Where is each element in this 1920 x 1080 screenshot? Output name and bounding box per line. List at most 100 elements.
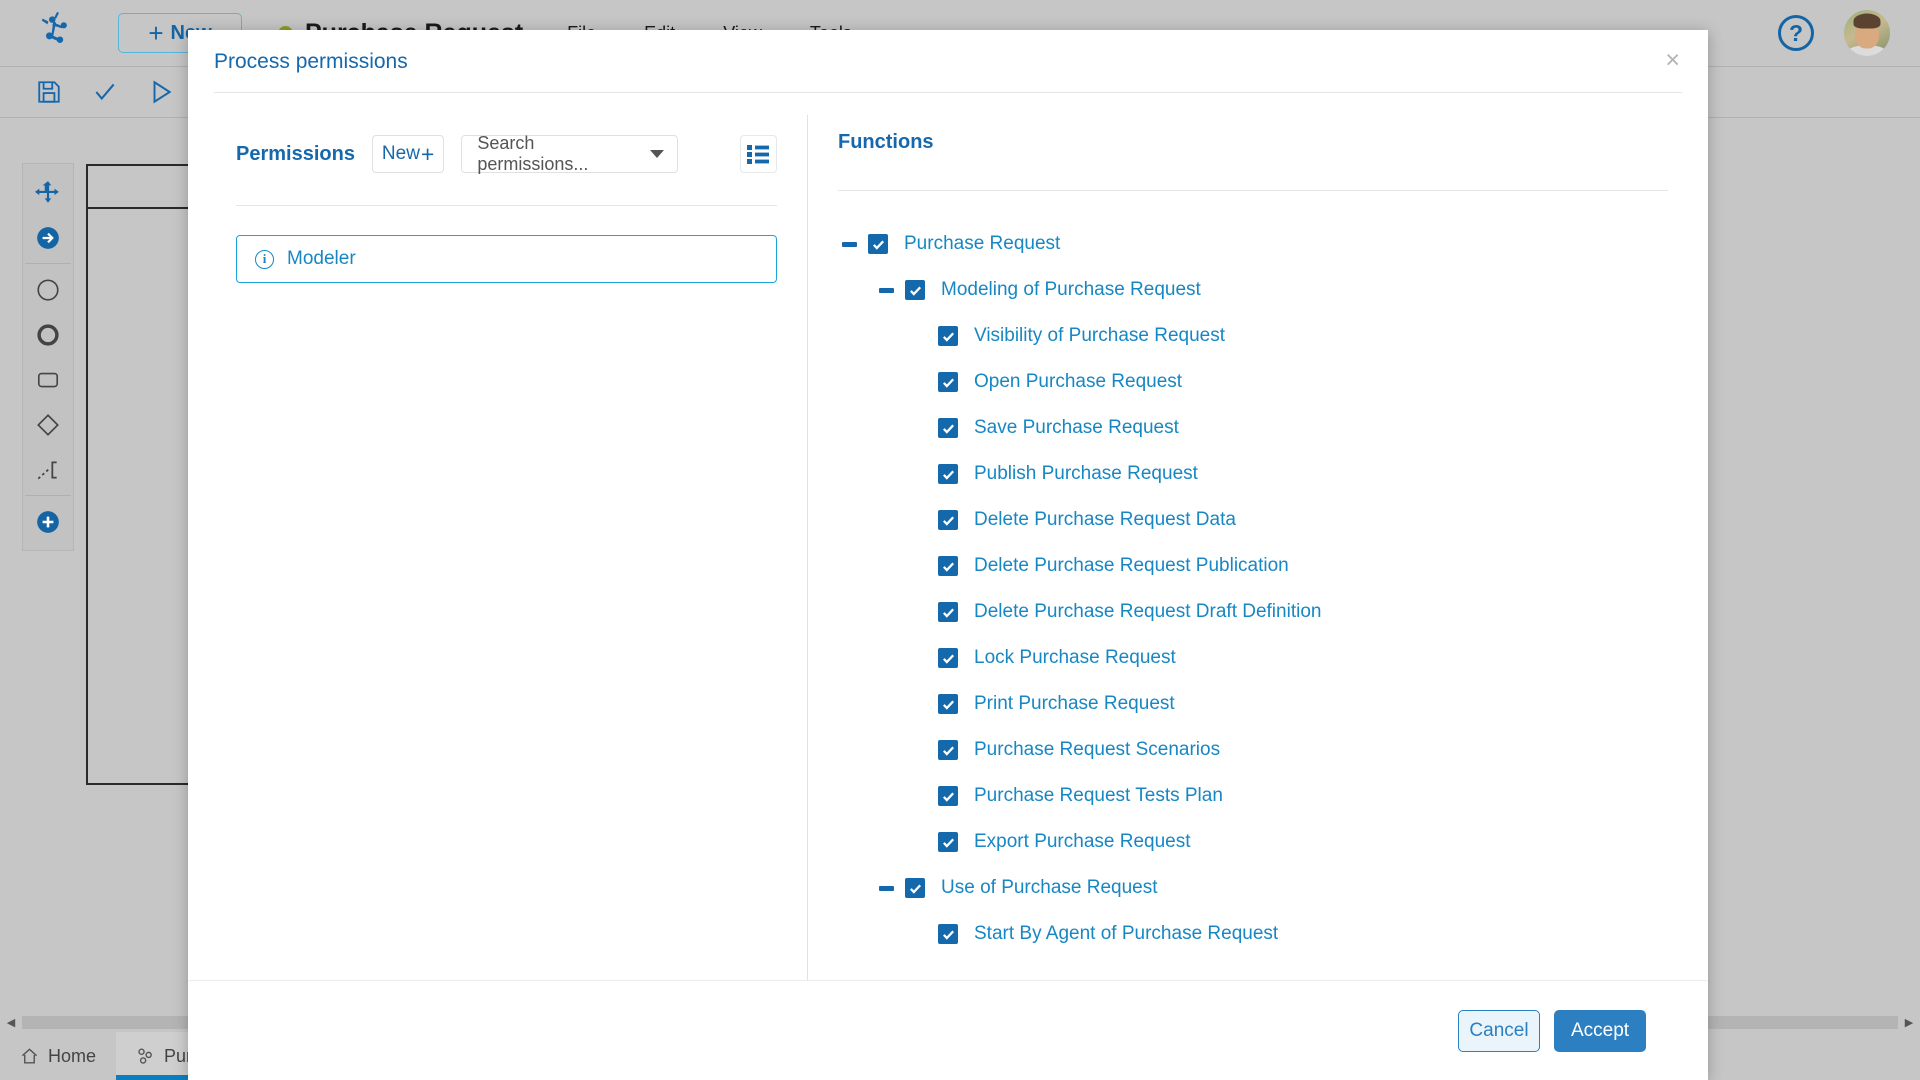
tree-node[interactable]: Lock Purchase Request [838,635,1668,681]
functions-divider [838,190,1668,191]
sequence-flow-icon[interactable] [25,215,71,260]
connector-icon[interactable] [25,447,71,492]
scroll-left-arrow-icon[interactable]: ◀ [0,1016,22,1029]
collapse-toggle-icon[interactable] [875,877,897,899]
tree-node[interactable]: Visibility of Purchase Request [838,313,1668,359]
tree-node[interactable]: Purchase Request [838,221,1668,267]
end-event-icon[interactable] [25,312,71,357]
tree-node[interactable]: Delete Purchase Request Data [838,497,1668,543]
tree-node-label: Delete Purchase Request Publication [974,555,1289,577]
tree-node-label: Print Purchase Request [974,693,1175,715]
tree-node-label: Visibility of Purchase Request [974,325,1225,347]
checkbox-checked[interactable] [938,832,958,852]
checkbox-checked[interactable] [938,372,958,392]
tree-node[interactable]: Open Purchase Request [838,359,1668,405]
new-permission-button[interactable]: New + [372,135,444,173]
tree-node-label: Modeling of Purchase Request [941,279,1201,301]
dialog-body: Permissions New + Search permissions... [188,93,1708,980]
move-tool-icon[interactable] [25,170,71,215]
new-permission-label: New [382,143,420,165]
tree-node-label: Delete Purchase Request Data [974,509,1236,531]
tree-node-label: Start By Agent of Purchase Request [974,923,1278,945]
tree-node[interactable]: Print Purchase Request [838,681,1668,727]
cancel-button[interactable]: Cancel [1458,1010,1540,1052]
start-event-icon[interactable] [25,267,71,312]
tree-node[interactable]: Export Purchase Request [838,819,1668,865]
functions-tree: Purchase Request Modeling of Purchase Req… [838,221,1668,957]
avatar[interactable] [1844,10,1890,56]
checkbox-checked[interactable] [938,740,958,760]
palette-divider [25,495,71,496]
checkbox-checked[interactable] [938,602,958,622]
tree-node[interactable]: Purchase Request Scenarios [838,727,1668,773]
checkbox-checked[interactable] [938,556,958,576]
checkbox-checked[interactable] [868,234,888,254]
frog-logo-icon [36,10,82,56]
tree-node[interactable]: Save Purchase Request [838,405,1668,451]
tree-node-label: Purchase Request Scenarios [974,739,1220,761]
tree-node-label: Use of Purchase Request [941,877,1158,899]
permissions-divider [236,205,777,206]
permissions-heading: Permissions [236,143,355,166]
scroll-right-arrow-icon[interactable]: ▶ [1898,1016,1920,1029]
tree-node-label: Publish Purchase Request [974,463,1198,485]
plus-icon: + [148,20,163,46]
tree-node[interactable]: Delete Purchase Request Publication [838,543,1668,589]
process-permissions-dialog: Process permissions × Permissions New + … [188,30,1708,1080]
dialog-footer: Cancel Accept [188,980,1708,1080]
permission-item-modeler[interactable]: i Modeler [236,235,777,283]
collapse-toggle-icon[interactable] [838,233,860,255]
help-icon-label: ? [1789,20,1803,47]
header-divider [214,92,1682,93]
check-icon[interactable] [92,79,118,105]
checkbox-checked[interactable] [905,280,925,300]
gateway-icon[interactable] [25,402,71,447]
checkbox-checked[interactable] [938,924,958,944]
task-icon[interactable] [25,357,71,402]
top-bar-right: ? [1778,10,1920,56]
tree-node[interactable]: Publish Purchase Request [838,451,1668,497]
checkbox-checked[interactable] [905,878,925,898]
tree-node[interactable]: Start By Agent of Purchase Request [838,911,1668,957]
dialog-header: Process permissions × [188,30,1708,93]
play-icon[interactable] [148,79,174,105]
functions-heading: Functions [838,131,1668,154]
checkbox-checked[interactable] [938,326,958,346]
checkbox-checked[interactable] [938,786,958,806]
tree-node-label: Purchase Request [904,233,1060,255]
dialog-title: Process permissions [214,50,408,74]
checkbox-checked[interactable] [938,648,958,668]
taskbar-tab-home-label: Home [48,1046,96,1067]
tree-node[interactable]: Purchase Request Tests Plan [838,773,1668,819]
accept-button[interactable]: Accept [1554,1010,1646,1052]
app-logo[interactable] [0,10,118,56]
collapse-toggle-icon[interactable] [875,279,897,301]
tree-node-label: Delete Purchase Request Draft Definition [974,601,1321,623]
permission-item-label: Modeler [287,248,356,270]
functions-panel: Functions Purchase Request Modeling of Pu… [808,115,1708,980]
taskbar-tab-home[interactable]: Home [0,1032,116,1080]
home-icon [20,1047,39,1066]
checkbox-checked[interactable] [938,464,958,484]
checkbox-checked[interactable] [938,418,958,438]
avatar-hair [1854,13,1881,28]
tree-node-label: Purchase Request Tests Plan [974,785,1223,807]
tree-node-label: Export Purchase Request [974,831,1191,853]
help-icon[interactable]: ? [1778,15,1814,51]
process-icon [136,1047,155,1066]
save-icon[interactable] [36,79,62,105]
add-element-icon[interactable] [25,499,71,544]
palette-divider [25,263,71,264]
info-icon: i [255,250,274,269]
tree-node[interactable]: Use of Purchase Request [838,865,1668,911]
checkbox-checked[interactable] [938,510,958,530]
checkbox-checked[interactable] [938,694,958,714]
list-view-button[interactable] [740,135,777,173]
tree-node[interactable]: Modeling of Purchase Request [838,267,1668,313]
close-icon[interactable]: × [1665,48,1680,73]
search-permissions-select[interactable]: Search permissions... [461,135,677,173]
tree-node[interactable]: Delete Purchase Request Draft Definition [838,589,1668,635]
tree-node-label: Lock Purchase Request [974,647,1176,669]
chevron-down-icon [650,150,664,158]
list-view-icon [746,144,770,165]
